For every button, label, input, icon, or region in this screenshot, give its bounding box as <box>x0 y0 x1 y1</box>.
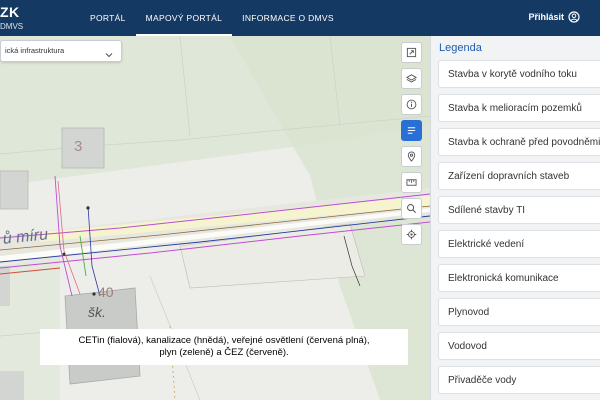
info-button[interactable] <box>401 94 422 115</box>
map-canvas[interactable]: 3 40 šk. ů míru ická infrastruktura CETi… <box>0 36 430 400</box>
map-caption: CETin (fialová), kanalizace (hnědá), veř… <box>40 329 408 365</box>
legend-item-land-melioration[interactable]: Stavba k melioracím pozemků <box>438 94 600 122</box>
location-pin-icon <box>407 151 416 162</box>
brand-logo[interactable]: ZK DMVS <box>0 4 30 32</box>
measure-button[interactable] <box>401 172 422 193</box>
search-button[interactable] <box>401 198 422 219</box>
chevron-down-icon <box>105 47 113 58</box>
map-layer-select-value: ická infrastruktura <box>5 46 65 55</box>
brand-code: ZK <box>0 4 20 20</box>
caption-line-1: CETin (fialová), kanalizace (hnědá), veř… <box>78 335 370 346</box>
fullscreen-icon <box>406 47 417 58</box>
map-abbreviation-label: šk. <box>88 304 106 320</box>
legend-list: Stavba v korytě vodního toku Stavba k me… <box>438 60 600 400</box>
legend-item-shared-ti[interactable]: Sdílené stavby TI <box>438 196 600 224</box>
building-number-3: 3 <box>74 138 83 155</box>
legend-item-telecom[interactable]: Elektronická komunikace <box>438 264 600 292</box>
user-circle-icon <box>568 11 580 23</box>
legend-item-stream-structure[interactable]: Stavba v korytě vodního toku <box>438 60 600 88</box>
layers-icon <box>406 74 417 83</box>
top-bar: ZK DMVS PORTÁL MAPOVÝ PORTÁL INFORMACE O… <box>0 0 600 36</box>
nav-portal[interactable]: PORTÁL <box>80 0 136 36</box>
layers-button[interactable] <box>401 68 422 89</box>
measure-icon <box>406 179 417 186</box>
map-toolbar <box>401 42 423 250</box>
geolocate-button[interactable] <box>401 224 422 245</box>
legend-item-power-line[interactable]: Elektrické vedení <box>438 230 600 258</box>
legend-item-water-main[interactable]: Vodovod <box>438 332 600 360</box>
login-label: Přihlásit <box>528 12 564 22</box>
legend-title: Legenda <box>439 42 482 54</box>
caption-line-2: plyn (zeleně) a ČEZ (červeně). <box>159 347 289 358</box>
legend-item-flood-protection[interactable]: Stavba k ochraně před povodněmi <box>438 128 600 156</box>
legend-item-water-feeders[interactable]: Přivaděče vody <box>438 366 600 394</box>
legend-item-gas-pipeline[interactable]: Plynovod <box>438 298 600 326</box>
legend-button[interactable] <box>401 120 422 141</box>
location-button[interactable] <box>401 146 422 167</box>
nav-map-portal[interactable]: MAPOVÝ PORTÁL <box>135 0 233 36</box>
nav-dmvs-info[interactable]: INFORMACE O DMVS <box>232 0 344 36</box>
building-number-40: 40 <box>98 284 114 300</box>
legend-icon <box>407 127 416 134</box>
login-button[interactable]: Přihlásit <box>528 11 580 23</box>
map-layer-select[interactable]: ická infrastruktura <box>0 40 122 62</box>
geolocate-icon <box>406 229 417 240</box>
main-nav: PORTÁL MAPOVÝ PORTÁL INFORMACE O DMVS <box>80 0 344 36</box>
info-icon <box>406 99 417 110</box>
legend-panel: Legenda Stavba v korytě vodního toku Sta… <box>430 36 600 400</box>
fullscreen-button[interactable] <box>401 42 422 63</box>
brand-subtitle: DMVS <box>0 22 24 31</box>
search-icon <box>407 204 417 214</box>
legend-item-transport-facilities[interactable]: Zařízení dopravních staveb <box>438 162 600 190</box>
